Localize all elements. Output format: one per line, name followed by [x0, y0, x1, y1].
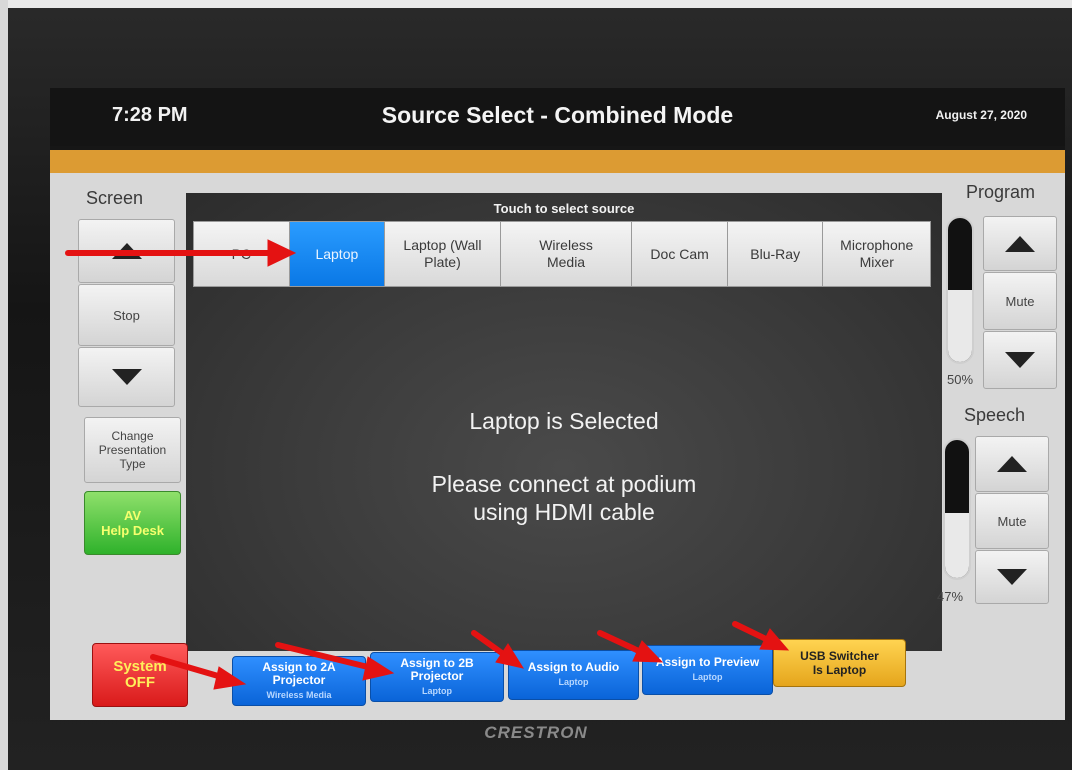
- program-volume-down-button[interactable]: [983, 331, 1057, 389]
- source-tab-laptop-wall-plate[interactable]: Laptop (Wall Plate): [384, 221, 500, 287]
- accent-bar: [50, 150, 1065, 173]
- source-prompt: Touch to select source: [493, 201, 635, 216]
- assign-2a-line2: Projector: [272, 672, 326, 687]
- usb-switcher-line2: Is Laptop: [812, 663, 867, 677]
- source-tab-blu-ray[interactable]: Blu-Ray: [726, 221, 823, 287]
- program-volume-meter: [946, 216, 974, 364]
- assign-audio-source: Laptop: [558, 677, 589, 687]
- assign-2a-projector-button[interactable]: Assign to 2A Projector Wireless Media: [232, 656, 366, 706]
- screen-down-button[interactable]: [78, 347, 175, 407]
- assign-preview-line1: Assign to Preview: [655, 655, 760, 669]
- speech-volume-down-button[interactable]: [975, 550, 1049, 604]
- program-volume-up-button[interactable]: [983, 216, 1057, 271]
- help-desk-label-line2: Help Desk: [101, 523, 164, 538]
- source-tab-label: Doc Cam: [650, 245, 709, 262]
- stop-label: Stop: [113, 307, 140, 323]
- speech-label: Speech: [964, 405, 1026, 425]
- assign-2a-line1: Assign to 2A: [262, 659, 336, 674]
- assign-audio-button[interactable]: Assign to Audio Laptop: [508, 650, 639, 700]
- change-presentation-label: Change Presentation Type: [98, 429, 167, 471]
- screen-up-button[interactable]: [78, 219, 175, 283]
- system-off-line1: System: [113, 658, 167, 675]
- source-tab-label: Laptop (Wall Plate): [403, 237, 482, 270]
- program-mute-button[interactable]: Mute: [983, 272, 1057, 330]
- arrow-down-icon: [1005, 352, 1035, 368]
- crestron-logo: CRESTRON: [484, 723, 588, 742]
- source-tab-label: Wireless Media: [539, 237, 593, 270]
- arrow-up-icon: [997, 456, 1027, 472]
- speech-volume-percent: 47%: [937, 589, 964, 604]
- program-volume-percent: 50%: [947, 372, 974, 387]
- screen-stop-button[interactable]: Stop: [78, 284, 175, 346]
- assign-2b-line1: Assign to 2B: [400, 655, 474, 670]
- selected-source-message: Laptop is Selected: [469, 408, 659, 434]
- assign-2b-projector-button[interactable]: Assign to 2B Projector Laptop: [370, 652, 504, 702]
- usb-switcher-button[interactable]: USB Switcher Is Laptop: [773, 639, 906, 687]
- arrow-down-icon: [997, 569, 1027, 585]
- help-desk-label-line1: AV: [123, 508, 142, 523]
- source-tab-doc-cam[interactable]: Doc Cam: [631, 221, 727, 287]
- program-volume-fill: [948, 290, 972, 362]
- usb-switcher-line1: USB Switcher: [800, 649, 879, 663]
- source-tab-pc[interactable]: PC: [193, 221, 289, 287]
- change-presentation-type-button[interactable]: Change Presentation Type: [84, 417, 181, 483]
- assign-preview-button[interactable]: Assign to Preview Laptop: [642, 645, 773, 695]
- speech-mute-button[interactable]: Mute: [975, 493, 1049, 549]
- arrow-up-icon: [111, 243, 142, 259]
- source-tab-label: Laptop: [315, 245, 359, 262]
- date-display: August 27, 2020: [935, 108, 1027, 122]
- assign-2a-source: Wireless Media: [266, 689, 332, 700]
- instruction-line1: Please connect at podium: [431, 471, 697, 497]
- assign-2b-source: Laptop: [422, 685, 452, 696]
- screen-label: Screen: [86, 188, 144, 208]
- speech-volume-up-button[interactable]: [975, 436, 1049, 492]
- assign-audio-line1: Assign to Audio: [527, 660, 620, 674]
- source-tabs: PC Laptop Laptop (Wall Plate) Wireless M…: [193, 221, 932, 287]
- background-wall-left: [0, 0, 8, 770]
- source-tab-label: Microphone Mixer: [840, 237, 914, 270]
- assign-2b-line2: Projector: [410, 668, 464, 683]
- system-off-line2: OFF: [125, 674, 155, 691]
- arrow-up-icon: [1005, 235, 1035, 252]
- source-tab-laptop[interactable]: Laptop: [288, 221, 385, 287]
- page-title: Source Select - Combined Mode: [381, 102, 734, 128]
- background-wall: [0, 0, 1072, 8]
- source-tab-microphone-mixer[interactable]: Microphone Mixer: [822, 221, 932, 287]
- speech-mute-label: Mute: [997, 513, 1027, 529]
- speech-volume-meter: [943, 438, 971, 580]
- program-mute-label: Mute: [1005, 293, 1035, 309]
- assign-preview-source: Laptop: [692, 672, 723, 682]
- program-label: Program: [966, 182, 1036, 202]
- source-tab-label: PC: [231, 245, 252, 262]
- av-help-desk-button[interactable]: AV Help Desk: [84, 491, 181, 555]
- speech-volume-fill: [945, 513, 969, 578]
- instruction-line2: using HDMI cable: [473, 499, 655, 525]
- source-tab-label: Blu-Ray: [750, 245, 801, 262]
- connection-instructions: Please connect at podium using HDMI cabl…: [186, 470, 942, 526]
- source-tab-wireless-media[interactable]: Wireless Media: [499, 221, 632, 287]
- arrow-down-icon: [111, 369, 142, 385]
- title-bar: 7:28 PM Source Select - Combined Mode Au…: [50, 88, 1065, 146]
- system-off-button[interactable]: System OFF: [92, 643, 188, 707]
